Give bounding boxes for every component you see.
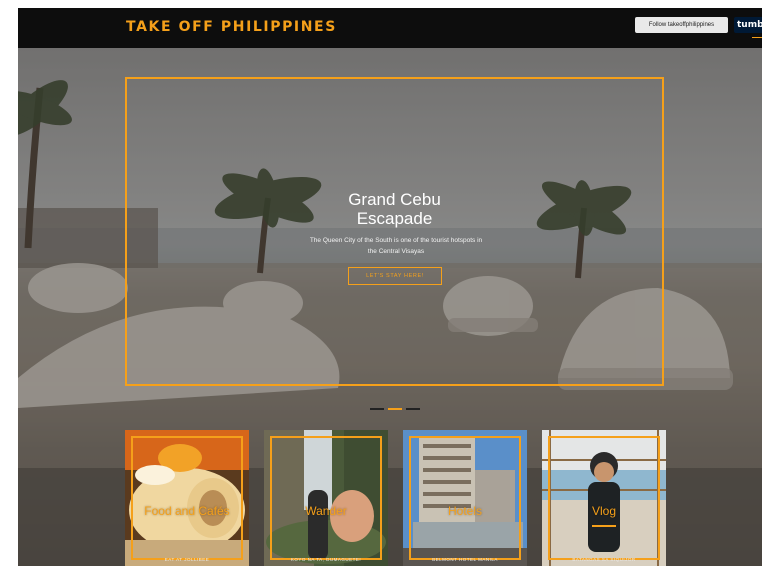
hero-slider: Grand Cebu Escapade The Queen City of th…: [18, 48, 762, 566]
slider-dots: [370, 408, 420, 410]
card-caption: BATANGAS SA SIQUIJOR: [572, 557, 636, 562]
page-frame: TAKE OFF PHILIPPINES Follow takeoffphili…: [18, 8, 762, 566]
hero-subtitle: The Queen City of the South is one of th…: [309, 237, 483, 255]
hero-title-line2: Escapade: [356, 209, 433, 228]
slider-dot-1[interactable]: [370, 408, 384, 410]
tumblr-logo[interactable]: tumblr: [734, 17, 762, 33]
card-frame: [131, 436, 243, 560]
card-frame: [548, 436, 660, 560]
card-title: Food and Cafés: [144, 504, 230, 518]
slider-dot-3[interactable]: [406, 408, 420, 410]
card-title: Wander: [305, 504, 347, 518]
card-title: Vlog: [591, 504, 617, 518]
follow-button[interactable]: Follow takeoffphilippines: [635, 17, 728, 33]
card-title: Hotels: [447, 504, 482, 518]
card-caption: KOYO NA TA, DUMAGUETE!: [290, 557, 362, 562]
category-card-hotels[interactable]: Hotels BELMONT HOTEL MANILA: [403, 430, 527, 566]
hero-caption-frame: [125, 77, 664, 386]
tumblr-underline: [752, 37, 762, 38]
hero-title-line1: Grand Cebu: [348, 190, 441, 209]
lets-stay-here-button[interactable]: LET'S STAY HERE!: [348, 267, 442, 285]
card-frame: [409, 436, 521, 560]
category-card-food[interactable]: Food and Cafés EAT AT JOLLIBEE: [125, 430, 249, 566]
top-bar: TAKE OFF PHILIPPINES Follow takeoffphili…: [18, 8, 762, 48]
hero-title: Grand Cebu Escapade: [125, 190, 664, 228]
card-frame: [270, 436, 382, 560]
card-caption: BELMONT HOTEL MANILA: [432, 557, 498, 562]
slider-dot-2[interactable]: [388, 408, 402, 410]
card-underline: [592, 525, 616, 527]
category-card-vlog[interactable]: Vlog BATANGAS SA SIQUIJOR: [542, 430, 666, 566]
site-title[interactable]: TAKE OFF PHILIPPINES: [126, 19, 337, 35]
category-card-wander[interactable]: Wander KOYO NA TA, DUMAGUETE!: [264, 430, 388, 566]
card-caption: EAT AT JOLLIBEE: [164, 557, 210, 562]
